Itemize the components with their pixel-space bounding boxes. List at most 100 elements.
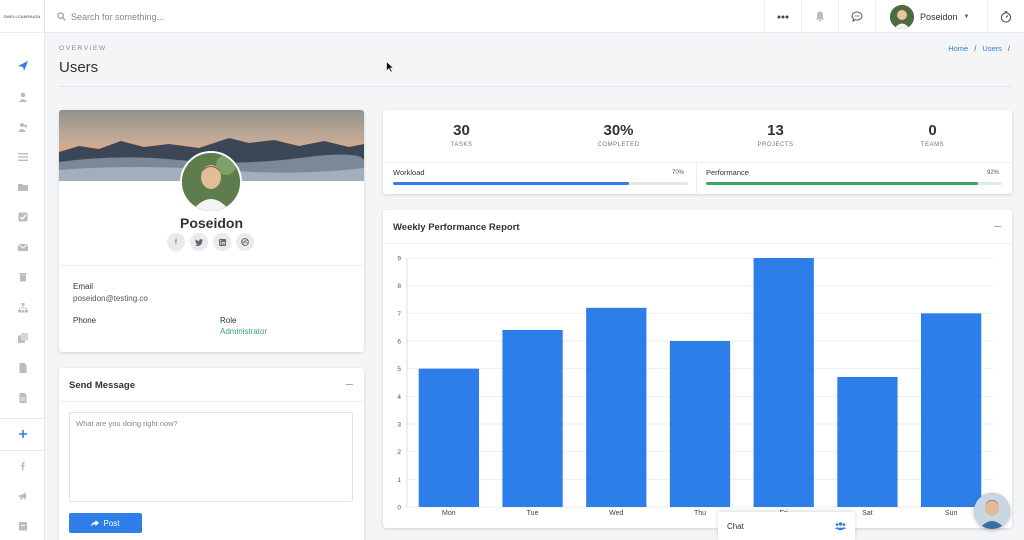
bar-sat[interactable] [837, 376, 898, 507]
workload-label: Workload [393, 168, 425, 177]
email-value: poseidon@testing.co [73, 294, 148, 303]
user-menu[interactable]: Poseidon ▼ [875, 0, 987, 33]
post-button[interactable]: Post [69, 513, 142, 533]
y-tick-label: 6 [397, 339, 401, 346]
x-tick-label: Wed [609, 510, 623, 517]
comment-icon [851, 11, 863, 22]
chat-label: Chat [727, 521, 744, 531]
workload-progress-fill [393, 182, 629, 185]
bell-icon [815, 11, 825, 22]
sidebar-item-user[interactable] [0, 87, 45, 107]
notifications-button[interactable] [801, 0, 838, 33]
chat-widget[interactable]: Chat [718, 512, 855, 540]
stat-label: TEAMS [920, 142, 945, 148]
sidebar-archive[interactable] [0, 516, 45, 536]
sidebar-add-button[interactable] [0, 424, 45, 444]
stopwatch-icon [1000, 10, 1012, 23]
y-tick-label: 8 [397, 283, 401, 290]
user-name: Poseidon [920, 11, 958, 22]
sidebar-item-sitemap[interactable] [0, 298, 45, 318]
chevron-down-icon: ▼ [963, 13, 970, 20]
users-icon [17, 123, 27, 132]
bar-mon[interactable] [418, 368, 479, 507]
breadcrumb-users[interactable]: Users [982, 44, 1002, 53]
sidebar-announcements[interactable] [0, 486, 45, 506]
chat-avatar[interactable] [974, 493, 1010, 529]
header-divider [59, 86, 1012, 87]
sidebar-item-copy[interactable] [0, 328, 45, 348]
profile-avatar [180, 151, 242, 213]
stats-card: 30 TASKS 30% COMPLETED 13 PROJECTS 0 TEA… [383, 110, 1012, 194]
bar-fri[interactable] [753, 258, 814, 507]
plus-icon [18, 430, 27, 438]
bar-thu[interactable] [669, 341, 731, 507]
stats-divider [383, 162, 1012, 163]
y-tick-label: 9 [397, 256, 401, 263]
stat-projects: 13 PROJECTS [697, 122, 854, 148]
x-tick-label: Tue [527, 510, 539, 517]
brand-logo[interactable]: SWELLCAMPAIGN [0, 0, 44, 33]
page-title: Users [59, 59, 99, 76]
share-icon [91, 519, 100, 526]
facebook-button[interactable]: f [167, 233, 185, 251]
sitemap-icon [17, 303, 28, 313]
role-label: Role [220, 316, 237, 325]
performance-progress-bar [706, 182, 1002, 185]
stat-value: 13 [767, 122, 784, 139]
sidebar-item-document[interactable] [0, 388, 45, 408]
stat-label: TASKS [450, 142, 473, 148]
linkedin-button[interactable] [213, 233, 231, 251]
user-icon [18, 92, 27, 102]
workload-progress-bar [393, 182, 688, 185]
y-tick-label: 0 [397, 505, 401, 512]
y-tick-label: 7 [397, 311, 401, 318]
minimize-icon[interactable] [346, 384, 353, 385]
dribbble-button[interactable] [236, 233, 254, 251]
send-message-title: Send Message [69, 380, 135, 391]
stat-value: 0 [928, 122, 937, 139]
social-links: f [167, 233, 254, 251]
y-tick-label: 2 [397, 449, 401, 456]
stat-label: COMPLETED [597, 142, 640, 148]
twitter-button[interactable] [190, 233, 208, 251]
mouse-cursor-icon [386, 61, 394, 73]
sidebar-item-mail[interactable] [0, 237, 45, 257]
sidebar-item-list[interactable] [0, 147, 45, 167]
x-tick-label: Sat [862, 510, 873, 517]
sidebar-item-tasks[interactable] [0, 207, 45, 227]
sidebar-item-dashboard[interactable] [0, 56, 45, 76]
users-icon [835, 522, 846, 530]
sidebar-divider [0, 418, 45, 419]
file-icon [19, 363, 26, 373]
breadcrumb-separator: / [1007, 44, 1010, 53]
sidebar-divider [0, 450, 45, 451]
sidebar-item-trash[interactable] [0, 267, 45, 287]
sidebar: SWELLCAMPAIGN [0, 0, 45, 540]
linkedin-icon [218, 238, 226, 246]
sidebar-item-file[interactable] [0, 358, 45, 378]
sidebar-item-folder[interactable] [0, 177, 45, 197]
message-textarea[interactable] [69, 412, 353, 502]
trash-icon [18, 273, 27, 282]
sidebar-item-users[interactable] [0, 117, 45, 137]
bullhorn-icon [18, 492, 26, 500]
x-tick-label: Thu [694, 510, 706, 517]
breadcrumb: Home / Users / [948, 44, 1010, 53]
bar-sun[interactable] [921, 313, 982, 507]
topbar-actions: Poseidon ▼ [764, 0, 1024, 33]
bar-wed[interactable] [586, 307, 647, 507]
role-value: Administrator [220, 327, 268, 336]
breadcrumb-home[interactable]: Home [948, 44, 968, 53]
search-input[interactable] [71, 11, 371, 22]
messages-button[interactable] [838, 0, 875, 33]
stat-completed: 30% COMPLETED [540, 122, 697, 148]
copy-icon [17, 333, 28, 343]
more-button[interactable] [764, 0, 801, 33]
timer-button[interactable] [987, 0, 1024, 33]
workload-percent: 70% [672, 170, 685, 176]
dribbble-icon [241, 238, 249, 246]
y-tick-label: 4 [397, 394, 401, 401]
bar-tue[interactable] [502, 329, 563, 507]
profile-divider [59, 265, 364, 266]
sidebar-facebook-link[interactable] [0, 456, 45, 476]
